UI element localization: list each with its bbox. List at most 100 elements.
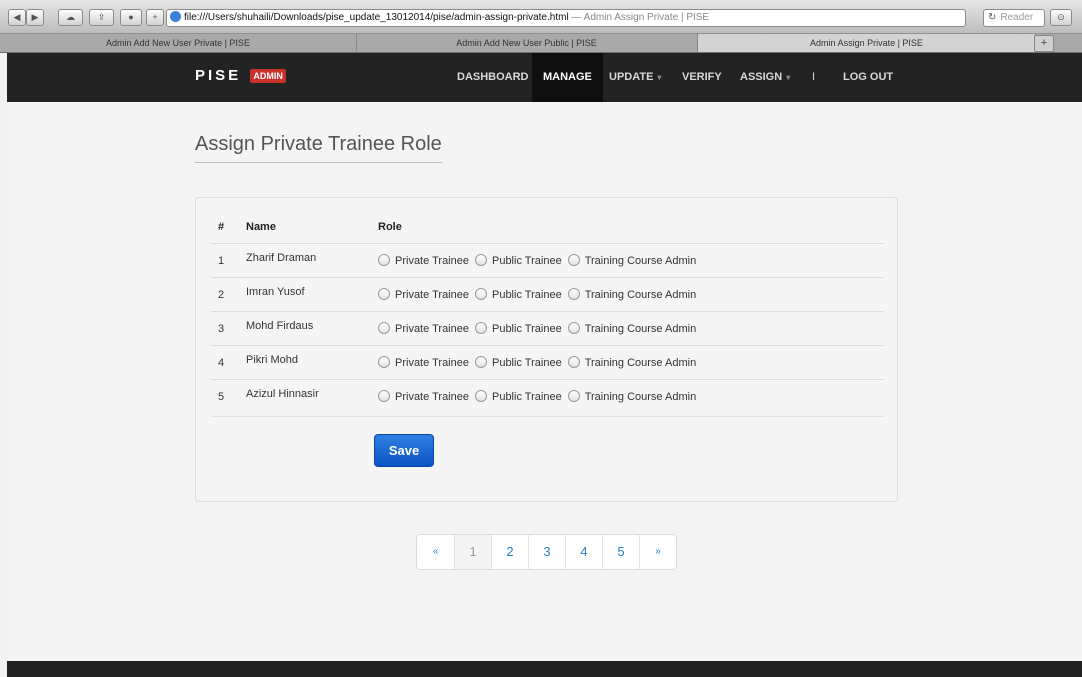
role-option[interactable]: Private Trainee — [378, 254, 469, 267]
form-divider — [211, 416, 884, 417]
reload-icon[interactable]: ↻ — [988, 12, 996, 23]
site-navbar: PISE ADMIN DASHBOARD MANAGE UPDATE ▾ VERI… — [7, 53, 1082, 102]
role-option-label: Private Trainee — [395, 357, 469, 369]
role-radio-button[interactable] — [474, 288, 487, 300]
role-option-label: Private Trainee — [395, 323, 469, 335]
chevron-down-icon: ▾ — [786, 73, 791, 82]
role-option[interactable]: Private Trainee — [378, 288, 469, 301]
role-radio-button[interactable] — [474, 322, 487, 334]
role-option-label: Private Trainee — [395, 289, 469, 301]
role-option[interactable]: Training Course Admin — [567, 288, 697, 301]
role-option[interactable]: Training Course Admin — [567, 390, 697, 403]
nav-verify[interactable]: VERIFY — [682, 53, 722, 102]
pagination: «1 2 3 4 5» — [416, 534, 677, 570]
role-option[interactable]: Public Trainee — [474, 390, 562, 403]
tab-add-user-public[interactable]: Admin Add New User Public | PISE — [356, 34, 698, 52]
assign-role-panel: # Name Role 1 Zharif Draman Private Traine… — [195, 197, 898, 502]
role-options: Private Trainee Public Trainee Training Co… — [377, 277, 884, 312]
trainee-name: Imran Yusof — [245, 277, 377, 312]
trainee-name: Pikri Mohd — [245, 345, 377, 380]
forward-button[interactable]: ▶ — [26, 9, 44, 26]
pagination-page-1: 1 — [454, 535, 491, 569]
save-button[interactable]: Save — [374, 434, 434, 467]
table-row: 5 Azizul Hinnasir Private Trainee Public Tr… — [211, 379, 884, 413]
role-option-label: Public Trainee — [491, 357, 562, 369]
trainee-name: Azizul Hinnasir — [245, 379, 377, 413]
role-options: Private Trainee Public Trainee Training Co… — [377, 311, 884, 346]
chevron-down-icon: ▾ — [657, 73, 662, 82]
nav-manage[interactable]: MANAGE — [532, 53, 603, 102]
role-option[interactable]: Private Trainee — [378, 356, 469, 369]
brand-logo[interactable]: PISE ADMIN — [195, 67, 286, 84]
pagination-page-2[interactable]: 2 — [491, 535, 528, 569]
pagination-page-4[interactable]: 4 — [565, 535, 602, 569]
nav-dashboard[interactable]: DASHBOARD — [457, 53, 529, 102]
tab-bar: Admin Add New User Private | PISE Admin … — [0, 34, 1082, 53]
role-option-label: Public Trainee — [491, 323, 562, 335]
role-option-label: Training Course Admin — [584, 255, 697, 267]
role-option-label: Training Course Admin — [584, 289, 697, 301]
nav-separator: I — [812, 71, 816, 83]
role-option[interactable]: Public Trainee — [474, 288, 562, 301]
web-page: PISE ADMIN DASHBOARD MANAGE UPDATE ▾ VERI… — [7, 53, 1082, 677]
role-radio-button[interactable] — [474, 356, 487, 368]
browser-toolbar: ◀ ▶ ☁ ⇪ ● + file:///Users/shuhaili/Downl… — [0, 0, 1082, 34]
role-option-label: Training Course Admin — [584, 391, 697, 403]
icloud-tabs-icon[interactable]: ☁ — [58, 9, 83, 26]
downloads-icon[interactable]: ⊙ — [1050, 9, 1072, 26]
role-radio-button[interactable] — [378, 390, 390, 402]
role-option[interactable]: Private Trainee — [378, 390, 469, 403]
role-radio-button[interactable] — [474, 254, 487, 266]
nav-update[interactable]: UPDATE ▾ — [609, 53, 661, 102]
header-name: Name — [246, 221, 276, 233]
tab-assign-private[interactable]: Admin Assign Private | PISE — [697, 34, 1036, 52]
site-footer — [7, 661, 1082, 677]
row-number: 1 — [211, 243, 245, 278]
reader-button[interactable]: ↻ Reader — [983, 9, 1045, 27]
role-option[interactable]: Public Trainee — [474, 254, 562, 267]
globe-icon — [170, 11, 181, 22]
new-tab-button[interactable]: + — [1034, 35, 1054, 52]
nav-assign[interactable]: ASSIGN ▾ — [740, 53, 790, 102]
address-bar[interactable]: file:///Users/shuhaili/Downloads/pise_up… — [166, 9, 966, 27]
role-option[interactable]: Training Course Admin — [567, 356, 696, 369]
role-option[interactable]: Private Trainee — [378, 322, 469, 335]
role-options: Private Trainee Public Trainee Training Co… — [377, 243, 884, 278]
table-row: 3 Mohd Firdaus Private Trainee Public Train… — [211, 311, 884, 346]
role-radio-button[interactable] — [567, 356, 580, 368]
role-radio-button[interactable] — [567, 390, 580, 402]
stop-icon[interactable]: ● — [120, 9, 142, 26]
role-radio-button[interactable] — [378, 356, 390, 368]
header-role: Role — [378, 221, 402, 233]
row-number: 2 — [211, 277, 245, 312]
role-radio-button[interactable] — [567, 254, 580, 266]
row-number: 3 — [211, 311, 245, 346]
pagination-page-3[interactable]: 3 — [528, 535, 565, 569]
page-title: Assign Private Trainee Role — [195, 133, 442, 163]
add-bookmark-icon[interactable]: + — [146, 9, 164, 26]
table-header-row: # Name Role — [211, 211, 884, 244]
role-option-label: Public Trainee — [491, 255, 562, 267]
role-radio-button[interactable] — [378, 322, 390, 334]
trainee-name: Mohd Firdaus — [245, 311, 377, 346]
role-radio-button[interactable] — [567, 322, 580, 334]
trainee-name: Zharif Draman — [245, 243, 377, 278]
back-button[interactable]: ◀ — [8, 9, 26, 26]
role-option[interactable]: Public Trainee — [474, 322, 562, 335]
nav-logout[interactable]: LOG OUT — [843, 53, 893, 102]
tab-add-user-private[interactable]: Admin Add New User Private | PISE — [0, 34, 357, 52]
role-option[interactable]: Public Trainee — [474, 356, 562, 369]
url-page-title: — Admin Assign Private | PISE — [568, 12, 710, 23]
role-option[interactable]: Training Course Admin — [567, 254, 697, 267]
role-radio-button[interactable] — [474, 390, 487, 402]
role-option[interactable]: Training Course Admin — [567, 322, 696, 335]
pagination-page-5[interactable]: 5 — [602, 535, 639, 569]
pagination-prev-button[interactable]: « — [417, 535, 454, 569]
role-option-label: Public Trainee — [491, 391, 562, 403]
role-radio-button[interactable] — [378, 254, 390, 266]
role-radio-button[interactable] — [378, 288, 390, 300]
pagination-next-button[interactable]: » — [639, 535, 676, 569]
header-num: # — [218, 221, 225, 233]
role-radio-button[interactable] — [567, 288, 580, 300]
share-icon[interactable]: ⇪ — [89, 9, 114, 26]
